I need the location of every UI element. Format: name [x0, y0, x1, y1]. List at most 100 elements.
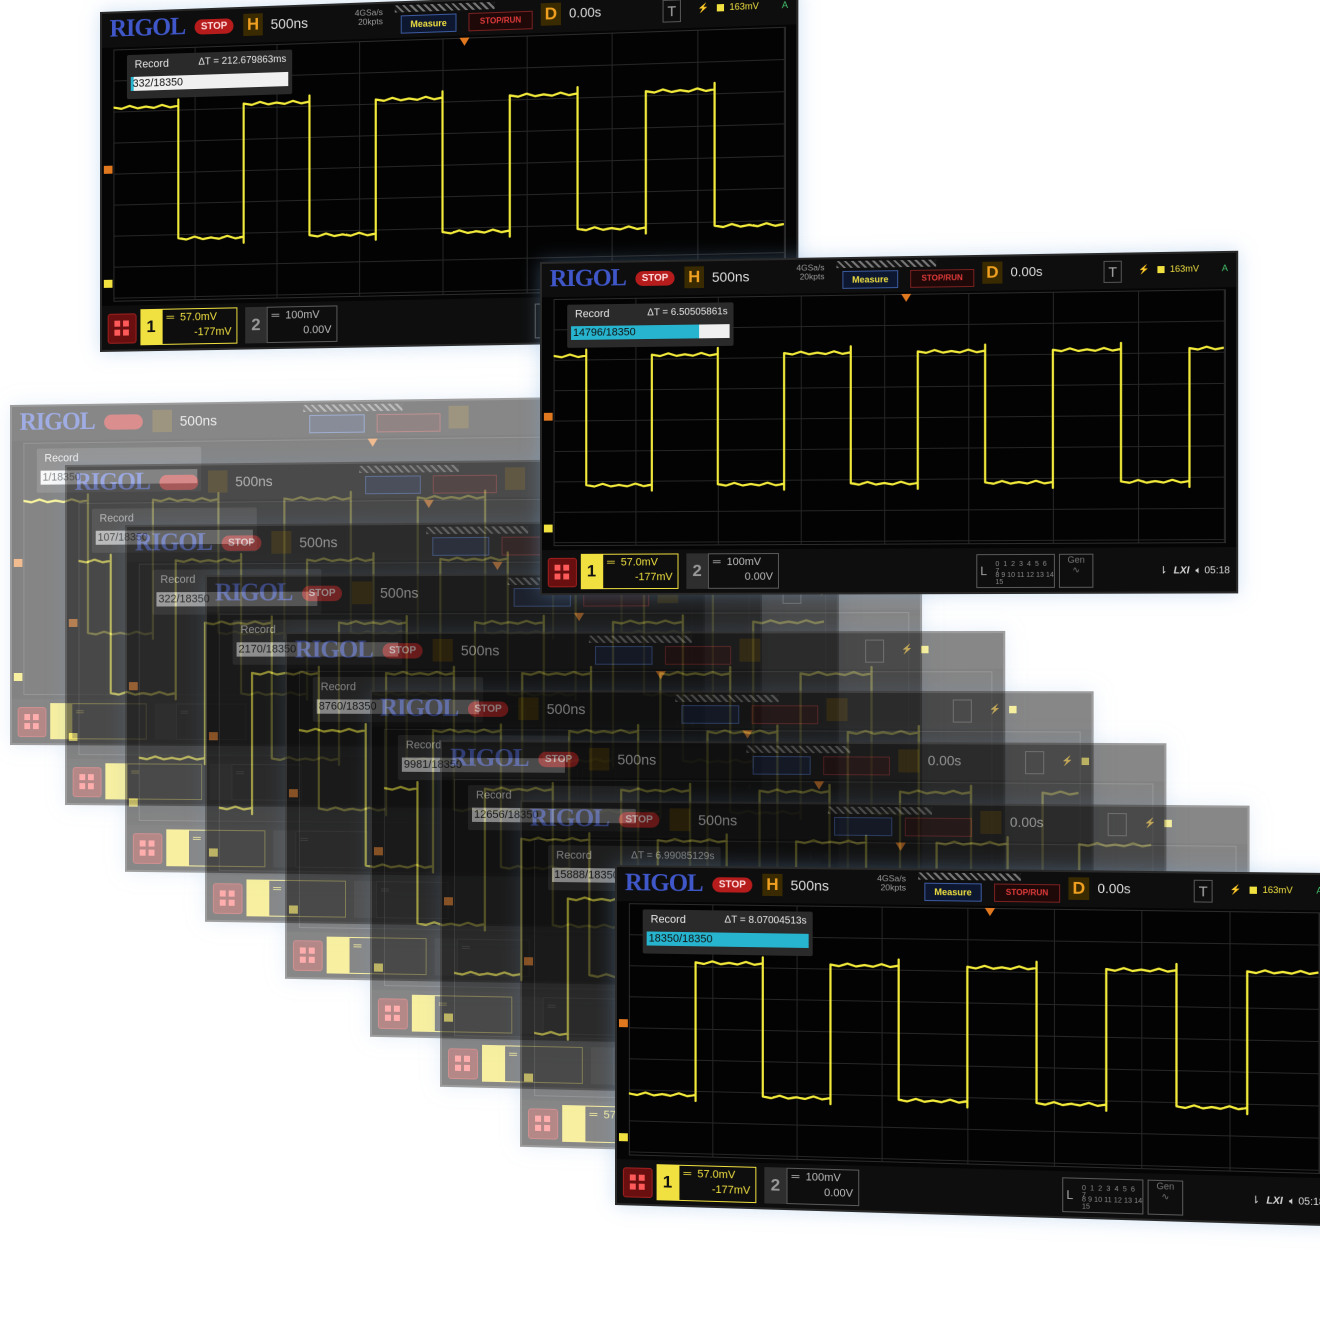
- ch1-badge[interactable]: 1: [656, 1164, 679, 1201]
- trigger-badge[interactable]: [1107, 812, 1127, 837]
- stop-run-button[interactable]: [376, 413, 441, 433]
- generator-panel[interactable]: Gen ∿: [1147, 1179, 1184, 1216]
- horizontal-badge[interactable]: H: [243, 13, 263, 37]
- trigger-badge[interactable]: T: [1103, 260, 1122, 283]
- delay-badge[interactable]: [504, 467, 526, 490]
- horizontal-badge[interactable]: [432, 638, 453, 662]
- delay-badge[interactable]: [980, 810, 1002, 835]
- measure-button[interactable]: [834, 816, 893, 837]
- trigger-level-marker[interactable]: [13, 558, 23, 567]
- run-status-badge[interactable]: STOP: [382, 643, 423, 659]
- ch2-settings[interactable]: ═ 100mV 0.00V: [786, 1167, 860, 1207]
- horizontal-badge[interactable]: [271, 530, 292, 554]
- ch1-badge[interactable]: 1: [140, 308, 162, 346]
- delay-value[interactable]: 0.00s: [928, 753, 962, 769]
- timebase-value[interactable]: 500ns: [299, 534, 337, 551]
- ch1-offset-marker[interactable]: [128, 798, 138, 807]
- ch1-offset-marker[interactable]: [288, 905, 298, 914]
- run-status-badge[interactable]: STOP: [194, 18, 234, 35]
- ch1-badge[interactable]: [105, 763, 127, 800]
- trigger-info[interactable]: ⚡: [1061, 755, 1094, 767]
- main-menu-icon[interactable]: [132, 833, 163, 865]
- trigger-info[interactable]: ⚡: [1144, 817, 1178, 829]
- timebase-value[interactable]: 500ns: [271, 15, 308, 32]
- run-status-badge[interactable]: [159, 474, 199, 491]
- main-menu-icon[interactable]: [528, 1108, 559, 1140]
- ch2-settings[interactable]: ═ 100mV 0.00V: [707, 553, 779, 589]
- measure-button[interactable]: Measure: [842, 270, 899, 289]
- stop-run-button[interactable]: STOP/RUN: [468, 10, 533, 32]
- timebase-value[interactable]: 500ns: [791, 877, 829, 894]
- ch2-settings[interactable]: ═ 100mV 0.00V: [266, 305, 338, 344]
- ch1-badge[interactable]: [411, 994, 434, 1032]
- run-status-badge[interactable]: STOP: [467, 701, 509, 717]
- horizontal-badge[interactable]: [669, 808, 690, 832]
- ch1-badge[interactable]: 1: [580, 553, 603, 590]
- trigger-level-marker[interactable]: [68, 618, 78, 627]
- timebase-value[interactable]: 500ns: [547, 701, 586, 718]
- main-menu-icon[interactable]: [622, 1167, 653, 1199]
- logic-analyzer-panel[interactable]: L 0 1 2 3 4 5 6 7 8 9 10 11 12 13 14 15: [1062, 1177, 1144, 1215]
- delay-badge[interactable]: [448, 405, 469, 429]
- delay-badge[interactable]: [898, 749, 920, 773]
- stop-run-button[interactable]: STOP/RUN: [910, 268, 975, 288]
- trigger-level-marker[interactable]: [443, 897, 453, 906]
- horizontal-badge[interactable]: [588, 747, 610, 771]
- ch1-settings[interactable]: ═ 57.0mV -177mV: [678, 1164, 757, 1204]
- main-menu-icon[interactable]: [292, 940, 323, 972]
- timebase-value[interactable]: 500ns: [698, 812, 737, 829]
- main-menu-icon[interactable]: [447, 1048, 479, 1080]
- trigger-level-marker[interactable]: [208, 732, 218, 741]
- measure-button[interactable]: Measure: [400, 13, 457, 34]
- run-status-badge[interactable]: STOP: [302, 585, 342, 602]
- measure-button[interactable]: [595, 646, 653, 665]
- run-status-badge[interactable]: STOP: [712, 877, 753, 893]
- trigger-level-marker[interactable]: [543, 412, 553, 421]
- ch2-badge[interactable]: 2: [245, 306, 267, 344]
- ch1-badge[interactable]: [482, 1044, 505, 1083]
- trigger-level-marker[interactable]: [288, 789, 298, 798]
- generator-panel[interactable]: Gen ∿: [1058, 553, 1094, 588]
- trigger-info[interactable]: ⚡: [989, 704, 1022, 716]
- ch1-offset-marker[interactable]: [208, 848, 218, 857]
- ch1-badge[interactable]: [166, 829, 188, 867]
- timebase-value[interactable]: 500ns: [461, 642, 500, 659]
- horizontal-badge[interactable]: H: [762, 873, 783, 897]
- measure-button[interactable]: [365, 475, 421, 495]
- timebase-value[interactable]: 500ns: [617, 751, 656, 768]
- delay-value[interactable]: 0.00s: [1098, 881, 1131, 897]
- ch1-offset-marker[interactable]: [13, 673, 23, 682]
- trigger-info[interactable]: ⚡ 163mV: [697, 1, 758, 15]
- main-menu-icon[interactable]: [377, 998, 408, 1030]
- trigger-level-marker[interactable]: [618, 1019, 628, 1028]
- run-status-badge[interactable]: STOP: [635, 270, 675, 287]
- stop-run-button[interactable]: [751, 705, 819, 725]
- ch1-offset-marker[interactable]: [68, 733, 78, 742]
- run-status-badge[interactable]: [104, 414, 143, 430]
- ch1-offset-marker[interactable]: [524, 1073, 534, 1082]
- horizontal-badge[interactable]: H: [684, 266, 705, 289]
- timebase-value[interactable]: 500ns: [180, 412, 217, 429]
- trigger-info[interactable]: ⚡ 163mV: [1229, 884, 1292, 896]
- horizontal-badge[interactable]: [207, 470, 228, 493]
- stop-run-button[interactable]: [432, 474, 497, 494]
- main-menu-icon[interactable]: [212, 883, 243, 915]
- ch1-settings[interactable]: ═ 57.0mV -177mV: [602, 553, 679, 590]
- main-menu-icon[interactable]: [72, 767, 102, 798]
- delay-value[interactable]: 0.00s: [1010, 264, 1042, 279]
- delay-badge[interactable]: D: [982, 261, 1003, 284]
- trigger-badge[interactable]: [1025, 751, 1045, 775]
- main-menu-icon[interactable]: [107, 313, 137, 344]
- ch2-badge[interactable]: 2: [764, 1167, 787, 1205]
- timebase-value[interactable]: 500ns: [380, 584, 418, 601]
- delay-badge[interactable]: [826, 698, 848, 722]
- run-status-badge[interactable]: STOP: [538, 751, 579, 768]
- trigger-info[interactable]: ⚡: [901, 644, 934, 656]
- stop-run-button[interactable]: [823, 756, 890, 776]
- horizontal-badge[interactable]: [352, 581, 373, 605]
- measure-button[interactable]: [309, 414, 365, 434]
- ch1-offset-marker[interactable]: [443, 1013, 453, 1022]
- delay-badge[interactable]: D: [1068, 877, 1090, 901]
- horizontal-badge[interactable]: [518, 697, 539, 721]
- trigger-badge[interactable]: T: [662, 0, 681, 23]
